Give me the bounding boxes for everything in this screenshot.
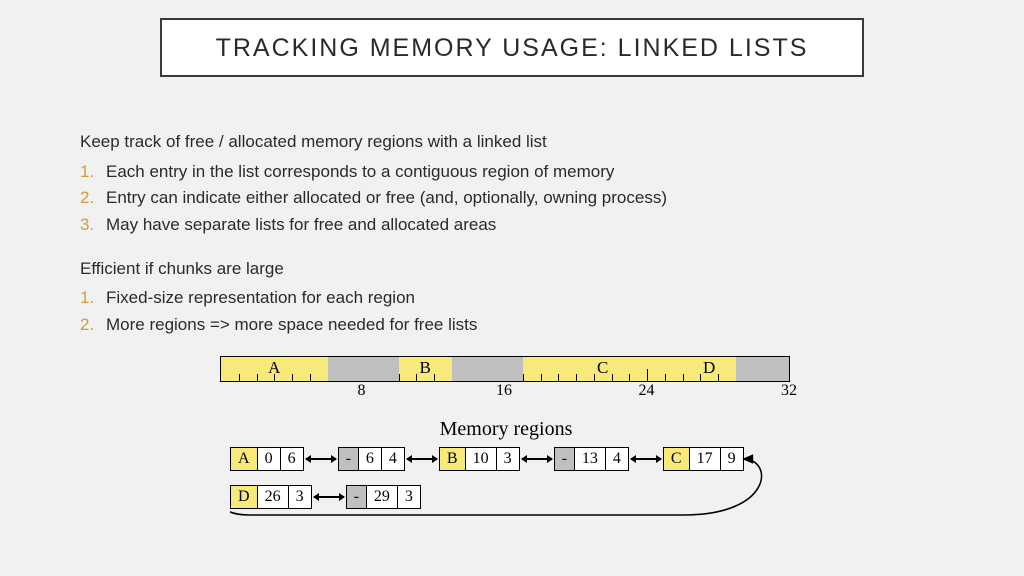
list-node: A06 — [230, 447, 304, 471]
list2-item: Fixed-size representation for each regio… — [106, 288, 415, 307]
list-node: -64 — [338, 447, 405, 471]
memory-segment — [452, 357, 523, 381]
node-row-2: D263 -293 — [230, 485, 822, 509]
memory-segment: B — [399, 357, 452, 381]
link-arrow-icon — [314, 496, 344, 498]
figure-caption: Memory regions — [190, 418, 822, 441]
axis-label: 8 — [358, 382, 366, 400]
memory-figure: A B CD 8 16 24 32 Memory regions A06 -64 B10… — [190, 356, 822, 512]
bullet-list-1: 1.Each entry in the list corresponds to … — [80, 159, 944, 239]
linked-list-diagram: A06 -64 B103 -134 C179 D263 -293 — [230, 447, 822, 509]
memory-segment: C — [523, 357, 683, 381]
list-node: -134 — [554, 447, 629, 471]
intro-text-2: Efficient if chunks are large — [80, 257, 944, 282]
list-node: D263 — [230, 485, 312, 509]
slide-title: TRACKING MEMORY USAGE: LINKED LISTS — [160, 18, 864, 77]
link-arrow-icon — [306, 458, 336, 460]
memory-segment — [736, 357, 789, 381]
axis-label: 32 — [781, 382, 797, 400]
list-node: B103 — [439, 447, 520, 471]
list1-item: Each entry in the list corresponds to a … — [106, 162, 614, 181]
memory-bar: A B CD — [220, 356, 790, 382]
bullet-list-2: 1.Fixed-size representation for each reg… — [80, 285, 944, 338]
list-node: C179 — [663, 447, 744, 471]
node-row-1: A06 -64 B103 -134 C179 — [230, 447, 822, 471]
memory-segment — [328, 357, 399, 381]
link-arrow-icon — [407, 458, 437, 460]
intro-text-1: Keep track of free / allocated memory re… — [80, 130, 944, 155]
list1-item: May have separate lists for free and all… — [106, 215, 496, 234]
list1-item: Entry can indicate either allocated or f… — [106, 188, 667, 207]
list-node: -293 — [346, 485, 421, 509]
link-arrow-icon — [522, 458, 552, 460]
memory-segment: A — [221, 357, 328, 381]
link-arrow-icon — [631, 458, 661, 460]
axis-label: 16 — [496, 382, 512, 400]
memory-segment: D — [683, 357, 736, 381]
slide-body: Keep track of free / allocated memory re… — [80, 130, 944, 356]
axis-label: 24 — [639, 382, 655, 400]
list2-item: More regions => more space needed for fr… — [106, 315, 477, 334]
